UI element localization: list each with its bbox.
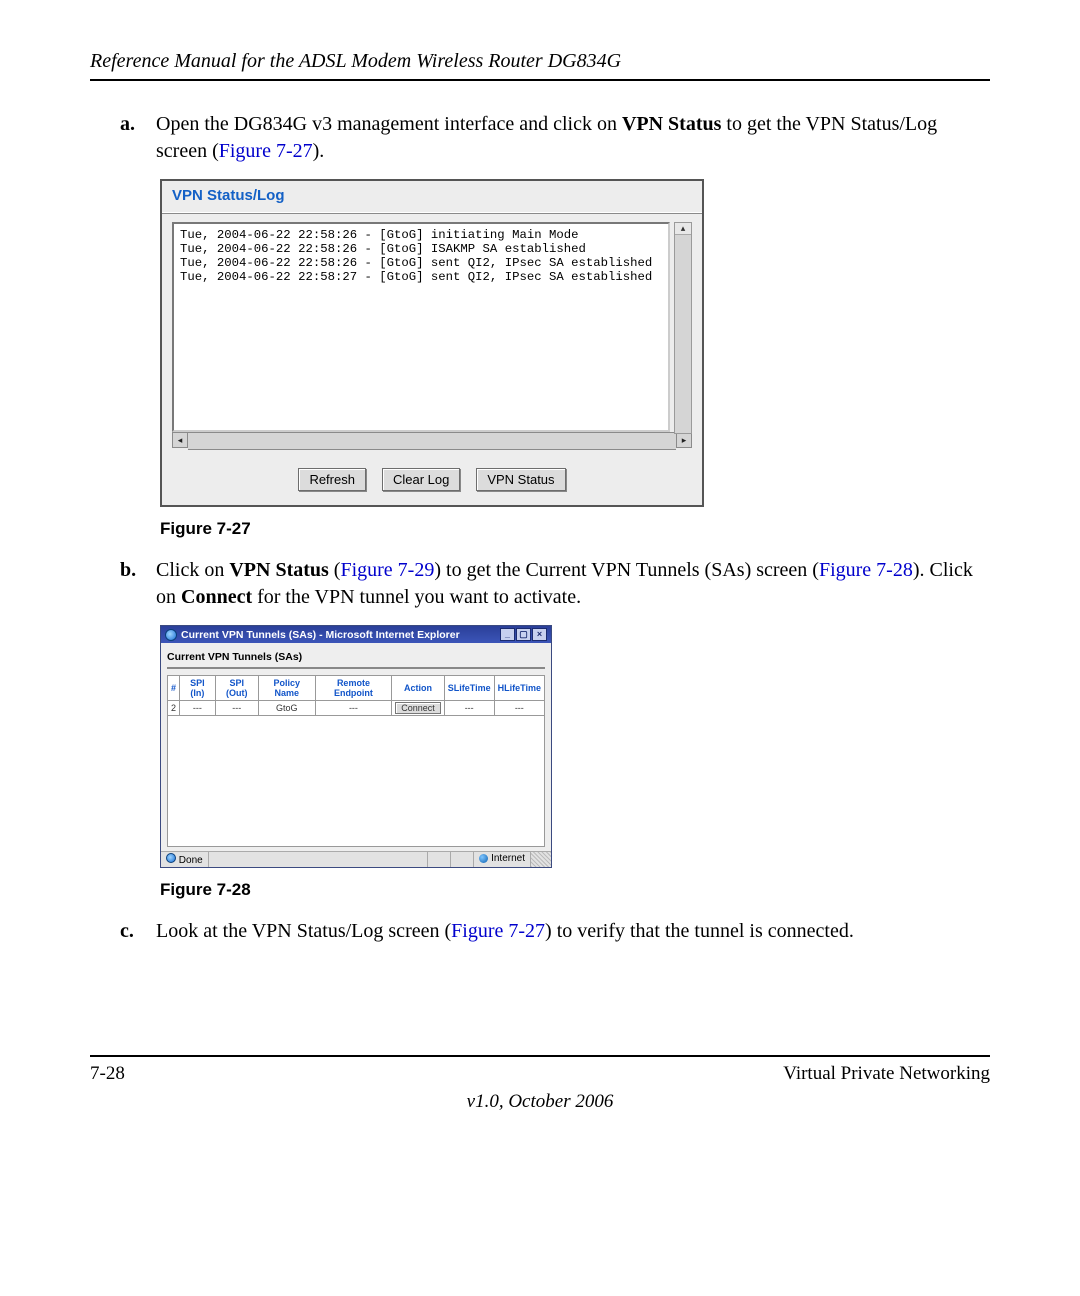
log-line-3: Tue, 2004-06-22 22:58:27 - [GtoG] sent Q…: [180, 270, 652, 284]
step-b-figref-28[interactable]: Figure 7-28: [819, 559, 913, 581]
status-done: Done: [179, 855, 203, 866]
footer-version: v1.0, October 2006: [90, 1091, 990, 1113]
cell-spi-out: ---: [215, 701, 258, 716]
figure-7-27-screenshot: VPN Status/Log Tue, 2004-06-22 22:58:26 …: [160, 179, 704, 507]
th-action: Action: [392, 676, 445, 701]
cell-action: Connect: [392, 701, 445, 716]
ie-icon: [165, 629, 177, 641]
step-c-figref[interactable]: Figure 7-27: [451, 920, 545, 942]
log-line-0: Tue, 2004-06-22 22:58:26 - [GtoG] initia…: [180, 228, 578, 242]
ie-statusbar: Done Internet: [161, 851, 551, 867]
step-b-text-1: Click on: [156, 559, 229, 581]
step-a-label: a.: [120, 111, 140, 165]
hscroll-left-icon[interactable]: ◂: [172, 432, 188, 448]
footer-section-title: Virtual Private Networking: [783, 1063, 990, 1085]
vpn-tunnels-subtitle: Current VPN Tunnels (SAs): [167, 649, 545, 667]
step-b-label: b.: [120, 557, 140, 611]
refresh-button[interactable]: Refresh: [298, 468, 366, 491]
th-num: #: [168, 676, 180, 701]
step-b-bold-connect: Connect: [181, 586, 252, 608]
maximize-icon[interactable]: ▢: [516, 628, 531, 641]
clear-log-button[interactable]: Clear Log: [382, 468, 460, 491]
globe-icon: [479, 854, 488, 863]
cell-num: 2: [168, 701, 180, 716]
ie-window-title: Current VPN Tunnels (SAs) - Microsoft In…: [181, 629, 460, 641]
step-a-figref[interactable]: Figure 7-27: [219, 140, 313, 162]
step-c-text-2: ) to verify that the tunnel is connected…: [545, 920, 854, 942]
th-slife: SLifeTime: [444, 676, 494, 701]
vpn-tunnels-table: # SPI (In) SPI (Out) Policy Name Remote …: [167, 675, 545, 716]
cell-spi-in: ---: [180, 701, 216, 716]
table-empty-area: [167, 716, 545, 847]
header-rule: [90, 79, 990, 81]
cell-slife: ---: [444, 701, 494, 716]
step-a-text-1: Open the DG834G v3 management interface …: [156, 113, 622, 135]
table-row: 2 --- --- GtoG --- Connect --- ---: [168, 701, 545, 716]
th-spi-in: SPI (In): [180, 676, 216, 701]
step-c-text-1: Look at the VPN Status/Log screen (: [156, 920, 451, 942]
cell-hlife: ---: [494, 701, 544, 716]
figure-7-27-caption: Figure 7-27: [160, 519, 990, 539]
step-a-bold-vpnstatus: VPN Status: [622, 113, 721, 135]
hscroll-right-icon[interactable]: ▸: [676, 432, 692, 448]
resize-grip-icon[interactable]: [531, 852, 551, 867]
step-c-label: c.: [120, 918, 140, 945]
step-a: a. Open the DG834G v3 management interfa…: [120, 111, 990, 165]
log-line-1: Tue, 2004-06-22 22:58:26 - [GtoG] ISAKMP…: [180, 242, 586, 256]
step-b-text-2: (: [329, 559, 341, 581]
step-b-bold-vpnstatus: VPN Status: [229, 559, 328, 581]
th-policy: Policy Name: [258, 676, 315, 701]
log-line-2: Tue, 2004-06-22 22:58:26 - [GtoG] sent Q…: [180, 256, 652, 270]
step-b-figref-29[interactable]: Figure 7-29: [340, 559, 434, 581]
vertical-scrollbar[interactable]: [674, 222, 692, 434]
close-icon[interactable]: ×: [532, 628, 547, 641]
footer-page-number: 7-28: [90, 1063, 125, 1085]
step-b-text-3: ) to get the Current VPN Tunnels (SAs) s…: [434, 559, 819, 581]
vpn-log-textarea[interactable]: Tue, 2004-06-22 22:58:26 - [GtoG] initia…: [172, 222, 670, 432]
step-b: b. Click on VPN Status (Figure 7-29) to …: [120, 557, 990, 611]
cell-endpoint: ---: [315, 701, 392, 716]
horizontal-scrollbar[interactable]: [188, 432, 676, 450]
step-b-text-5: for the VPN tunnel you want to activate.: [252, 586, 581, 608]
table-header-row: # SPI (In) SPI (Out) Policy Name Remote …: [168, 676, 545, 701]
cell-policy: GtoG: [258, 701, 315, 716]
th-hlife: HLifeTime: [494, 676, 544, 701]
th-spi-out: SPI (Out): [215, 676, 258, 701]
figure-7-28-screenshot: Current VPN Tunnels (SAs) - Microsoft In…: [160, 625, 552, 868]
connect-button[interactable]: Connect: [395, 702, 441, 714]
vpn-status-button[interactable]: VPN Status: [476, 468, 565, 491]
footer-rule: [90, 1055, 990, 1057]
step-a-text-3: ).: [313, 140, 325, 162]
ie-window-titlebar[interactable]: Current VPN Tunnels (SAs) - Microsoft In…: [161, 626, 551, 643]
vpn-status-log-title: VPN Status/Log: [162, 181, 702, 206]
step-c: c. Look at the VPN Status/Log screen (Fi…: [120, 918, 990, 945]
th-endpoint: Remote Endpoint: [315, 676, 392, 701]
page-header-title: Reference Manual for the ADSL Modem Wire…: [90, 50, 990, 73]
status-ie-icon: [166, 853, 176, 863]
minimize-icon[interactable]: _: [500, 628, 515, 641]
status-zone: Internet: [491, 853, 525, 864]
figure-7-28-caption: Figure 7-28: [160, 880, 990, 900]
